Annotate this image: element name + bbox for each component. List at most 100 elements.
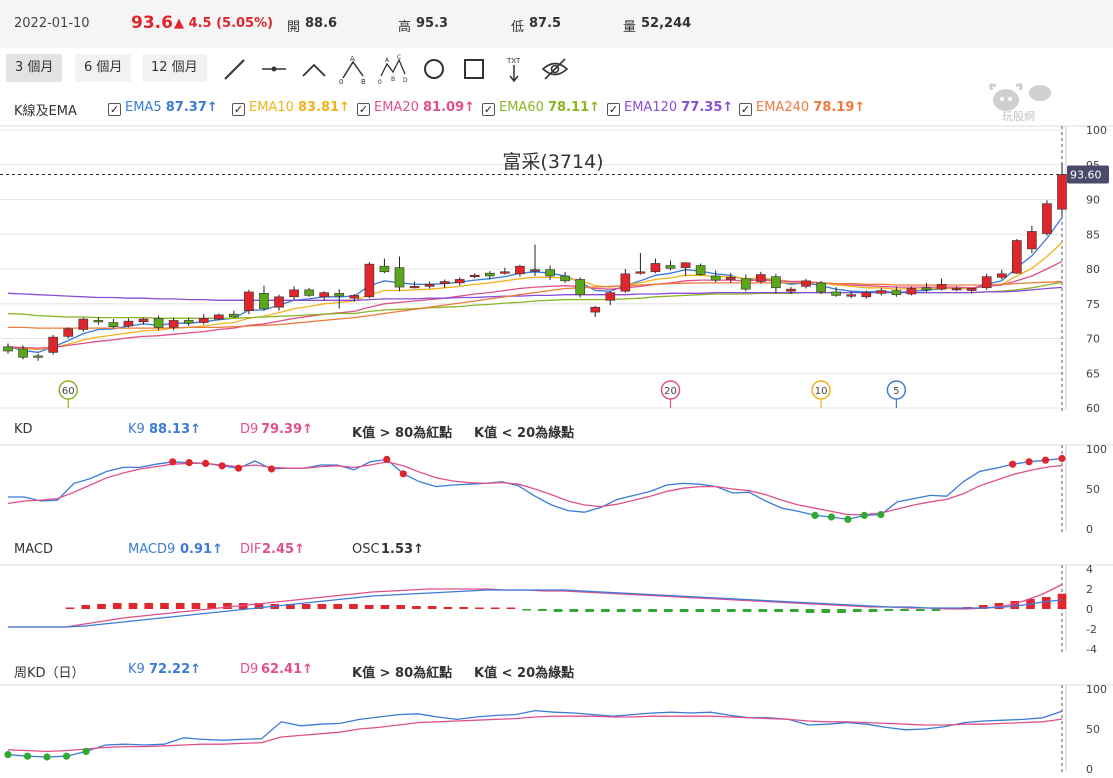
osc-bar xyxy=(538,609,547,611)
osc-bar xyxy=(364,605,374,609)
osc-bar xyxy=(601,609,610,612)
kd-overbought-dot xyxy=(1041,456,1050,464)
osc-bar xyxy=(380,605,390,609)
candle-body xyxy=(605,292,616,301)
candle-body xyxy=(710,275,721,281)
candle-body xyxy=(304,289,314,296)
ema-cross-marker-label: 5 xyxy=(893,386,899,397)
kd-oversold-dot xyxy=(844,515,852,524)
osc-bar xyxy=(616,609,626,612)
weekly-kd-oversold-dot xyxy=(4,751,12,759)
osc-bar xyxy=(333,604,343,609)
kd-overbought-dot xyxy=(267,465,276,473)
candle-body xyxy=(409,286,420,289)
osc-bar xyxy=(915,609,925,611)
candle-body xyxy=(289,289,299,298)
kd-overbought-dot xyxy=(1008,460,1017,468)
candle-body xyxy=(379,265,390,273)
osc-bar xyxy=(569,609,579,612)
osc-bar xyxy=(301,604,311,609)
candle-body xyxy=(439,281,450,284)
osc-bar xyxy=(97,604,106,609)
osc-bar xyxy=(65,607,75,609)
candle-body xyxy=(891,290,902,296)
candle-body xyxy=(18,348,28,358)
osc-bar xyxy=(900,609,909,611)
y-tick-label: 100 xyxy=(1086,124,1107,137)
y-tick-label: 90 xyxy=(1086,194,1100,207)
candle-body xyxy=(229,313,239,318)
y-tick-label: 70 xyxy=(1086,333,1100,346)
osc-bar xyxy=(191,603,201,609)
osc-bar xyxy=(742,609,752,612)
candle-body xyxy=(876,290,887,294)
y-tick-label: 80 xyxy=(1086,263,1100,276)
osc-bar xyxy=(931,609,941,611)
osc-bar xyxy=(585,609,594,612)
ema-cross-marker-label: 60 xyxy=(62,386,75,397)
osc-bar xyxy=(632,609,642,612)
weekly-kd-oversold-dot xyxy=(82,747,90,756)
candle-body xyxy=(108,322,119,327)
candle-body xyxy=(1042,203,1052,234)
last-price-tag-label: 93.60 xyxy=(1070,168,1102,181)
weekly-kd-oversold-dot xyxy=(43,753,51,761)
osc-bar xyxy=(1041,597,1051,609)
candle-body xyxy=(530,269,540,272)
osc-bar xyxy=(648,609,657,612)
candle-body xyxy=(846,294,857,297)
osc-bar xyxy=(789,609,799,612)
candle-body xyxy=(349,295,360,299)
candle-body xyxy=(575,279,585,296)
candle-body xyxy=(560,275,570,282)
y-tick-label: 50 xyxy=(1086,483,1100,496)
candle-body xyxy=(394,267,405,288)
chart-canvas[interactable]: 6065707580859095100050100-4-202405010093… xyxy=(0,0,1113,778)
candle-body xyxy=(168,320,179,328)
osc-bar xyxy=(837,609,846,613)
candle-body xyxy=(515,265,525,275)
candle-body xyxy=(48,336,58,353)
kd-overbought-dot xyxy=(218,462,226,470)
weekly-kd-oversold-dot xyxy=(23,752,32,760)
kd-overbought-dot xyxy=(1025,458,1033,466)
kd-overbought-dot xyxy=(1058,454,1066,463)
candle-body xyxy=(786,288,796,292)
osc-bar xyxy=(144,603,154,609)
candle-body xyxy=(951,288,962,291)
candle-body xyxy=(1012,240,1022,274)
chart-title: 富采(3714) xyxy=(502,151,603,173)
candle-body xyxy=(545,269,555,277)
y-tick-label: 75 xyxy=(1086,298,1100,311)
y-tick-label: 100 xyxy=(1086,443,1107,456)
candle-body xyxy=(861,292,872,298)
osc-bar xyxy=(396,605,405,609)
osc-bar xyxy=(223,603,232,609)
y-tick-label: 60 xyxy=(1086,402,1100,415)
osc-bar xyxy=(679,609,689,612)
candle-body xyxy=(1057,174,1067,210)
osc-bar xyxy=(727,609,736,612)
y-tick-label: -2 xyxy=(1086,623,1097,636)
candle-body xyxy=(485,272,495,277)
candle-body xyxy=(274,296,284,308)
candle-body xyxy=(500,271,510,274)
osc-bar xyxy=(317,604,327,609)
osc-bar xyxy=(1057,593,1067,609)
osc-bar xyxy=(475,607,484,609)
candle-body xyxy=(183,320,194,324)
candle-body xyxy=(259,293,269,309)
candle-body xyxy=(906,288,917,295)
osc-bar xyxy=(711,609,720,612)
osc-bar xyxy=(821,609,831,613)
y-tick-label: 4 xyxy=(1086,563,1093,576)
candle-body xyxy=(213,314,224,320)
y-tick-label: 100 xyxy=(1086,683,1107,696)
candle-body xyxy=(153,318,164,328)
candle-body xyxy=(244,291,254,311)
kd-oversold-dot xyxy=(860,511,868,519)
osc-bar xyxy=(112,603,122,609)
candle-body xyxy=(801,280,811,287)
y-tick-label: 0 xyxy=(1086,603,1093,616)
candle-body xyxy=(680,262,691,268)
